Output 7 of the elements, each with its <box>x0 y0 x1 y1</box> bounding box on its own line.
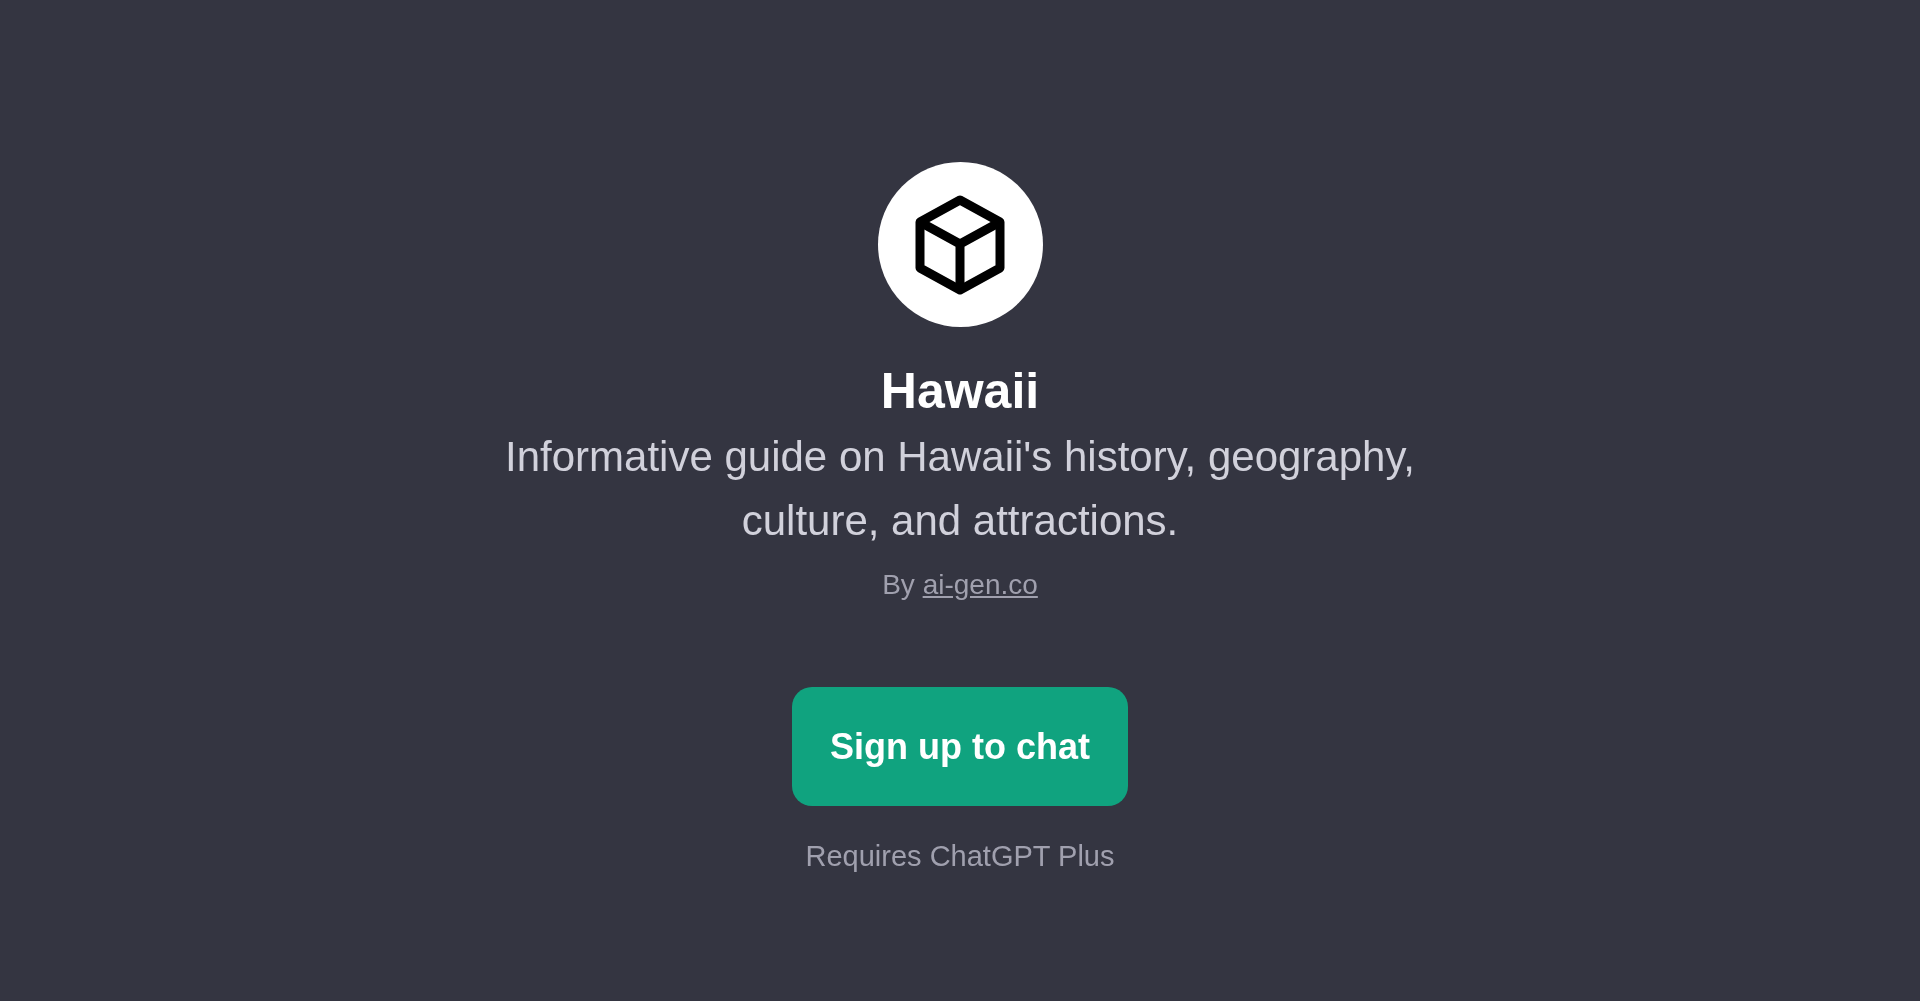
gpt-title: Hawaii <box>880 362 1040 421</box>
requirement-note: Requires ChatGPT Plus <box>805 840 1115 873</box>
signup-button[interactable]: Sign up to chat <box>792 687 1128 806</box>
author-line: By ai-gen.co <box>882 568 1038 602</box>
cube-icon <box>914 194 1006 295</box>
gpt-description: Informative guide on Hawaii's history, geography, culture, and attractions. <box>504 432 1416 546</box>
author-link[interactable]: ai-gen.co <box>922 569 1038 600</box>
